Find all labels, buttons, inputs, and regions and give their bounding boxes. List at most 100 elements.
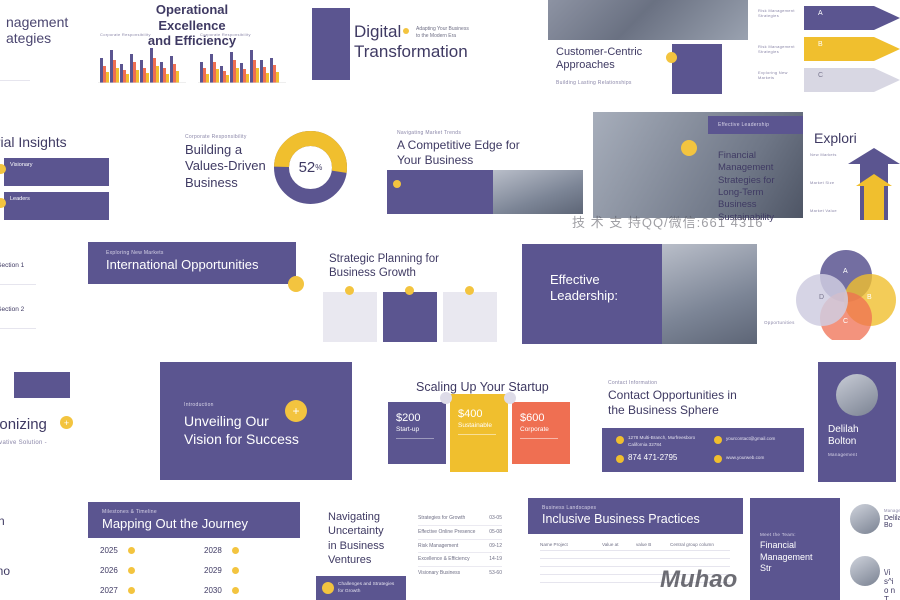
- slide-title: A Competitive Edge for Your Business: [397, 138, 520, 167]
- toc-label: Effective Online Presence: [418, 528, 476, 535]
- slide-mapping-journey[interactable]: Milestones & Timeline Mapping Out the Jo…: [84, 498, 304, 600]
- bar-chart-right: [198, 38, 286, 83]
- slide-eyebrow: Milestones & Timeline: [102, 509, 157, 515]
- slide-financial-management[interactable]: Effective Leadership Financial Managemen…: [593, 112, 803, 222]
- profile-name: ah Bolton: [0, 514, 5, 528]
- purple-block: [14, 372, 70, 398]
- slide-subtitle: - Innovative Solution -: [0, 440, 47, 446]
- arrow-label-1: Market Size: [810, 180, 835, 185]
- slide-title: Customer-Centric Approaches: [556, 46, 643, 72]
- slide-competitive-edge[interactable]: Navigating Market Trends A Competitive E…: [385, 112, 590, 222]
- slide-digital-transformation[interactable]: Digital Transformation Adapting Your Bus…: [300, 0, 545, 100]
- venn-label-a: A: [843, 268, 848, 275]
- profile-name: Delilah Bo: [884, 515, 900, 529]
- table-header: Central group column: [670, 542, 714, 547]
- slide-sarah-bolton[interactable]: ah Bolton: [0, 500, 80, 550]
- accent-dot: [465, 286, 474, 295]
- purple-text-card: [387, 170, 493, 214]
- slide-operational-excellence[interactable]: Operational Excellence and Efficiency Co…: [80, 0, 295, 100]
- price-label: Corporate: [520, 426, 549, 433]
- slide-title: Contact Opportunities in the Business Sp…: [608, 388, 737, 417]
- section-label-0: Next Section 1: [0, 262, 25, 269]
- section-label-1: Next Section 2: [0, 306, 25, 313]
- slide-jon-trevino[interactable]: on Trevino: [0, 556, 80, 600]
- plus-icon[interactable]: +: [285, 400, 307, 422]
- slide-management-delilah[interactable]: Management Delilah Bo: [844, 498, 900, 550]
- slide-meet-the-team[interactable]: Meet the Team: Financial Management Str: [750, 498, 840, 600]
- slide-risk-management-arrows[interactable]: Risk Management Strategies Risk Manageme…: [752, 0, 900, 100]
- price-label: Start-up: [396, 426, 420, 433]
- profile-role: Management: [884, 508, 900, 513]
- eyebrow-band: Effective Leadership: [708, 116, 803, 134]
- slide-title: Scaling Up Your Startup: [416, 380, 549, 394]
- profile-name: on Trevino: [0, 564, 11, 578]
- plus-icon[interactable]: +: [60, 416, 73, 429]
- list-card-label: Visionary: [10, 162, 33, 168]
- slide-customer-centric[interactable]: Customer-Centric Approaches Building Las…: [548, 0, 748, 100]
- toc-list: Strategies for Growth 03-05 Effective On…: [418, 512, 502, 580]
- slide-title: Strategic Planning for Business Growth: [329, 253, 439, 280]
- slide-exploring[interactable]: Explori New Markets Market Size Market V…: [808, 112, 900, 222]
- slide-title: Explori: [814, 130, 857, 146]
- slide-entrepreneurial-insights[interactable]: rket Trends reneurial Insights Visionary…: [0, 112, 160, 222]
- arrow-label-0: Risk Management Strategies: [758, 8, 795, 18]
- slide-revolutionizing[interactable]: evolutionizing - Innovative Solution - +: [0, 398, 120, 478]
- toc-value: 53-60: [489, 570, 502, 576]
- watermark-brand: Muhao: [660, 566, 738, 593]
- table-header: Value at: [602, 542, 619, 547]
- toc-label: Risk Management: [418, 542, 459, 549]
- arrow-label-2: Exploring New Markets: [758, 70, 788, 80]
- accent-dot: [393, 180, 401, 188]
- arrow-up-graphic: [848, 148, 900, 220]
- slide-vision-team[interactable]: \/i s^i o n T: [844, 552, 900, 600]
- avatar: [850, 556, 880, 586]
- list-card-0[interactable]: Visionary: [4, 158, 109, 186]
- price-label: Sustainable: [458, 422, 492, 429]
- header-photo: [548, 0, 748, 40]
- timeline-year-left-0: 2025: [100, 546, 118, 555]
- slide-unveiling-vision[interactable]: Introduction Unveiling Our Vision for Su…: [160, 362, 352, 480]
- venn-diagram: [796, 250, 896, 340]
- slide-challenges-strategies[interactable]: Challenges and Strategies for Growth: [316, 576, 406, 600]
- toc-value: 14-19: [489, 556, 502, 563]
- profile-name: Delilah Bolton: [828, 424, 859, 447]
- slide-next-section[interactable]: Next Section 1 Next Section 2: [0, 236, 80, 348]
- globe-icon: [714, 455, 722, 463]
- price-card-2[interactable]: $600 Corporate: [512, 402, 570, 464]
- purple-accent-block: [312, 8, 350, 80]
- list-card-1[interactable]: Leaders: [4, 192, 109, 220]
- slide-title: International Opportunities: [106, 257, 259, 272]
- slide-venn[interactable]: A B C D Opportunities: [762, 236, 900, 348]
- venn-label-d: D: [819, 294, 825, 301]
- slide-deck-preview-board: nagement ategies Operational Excellence …: [0, 0, 900, 600]
- slide-scaling-up[interactable]: Scaling Up Your Startup $200 Start-up $4…: [380, 370, 590, 482]
- title-band: Milestones & Timeline Mapping Out the Jo…: [88, 502, 300, 538]
- table-header: value B: [636, 542, 652, 547]
- slide-international-opportunities[interactable]: Exploring New Markets International Oppo…: [82, 236, 312, 348]
- slide-subtitle: Building Lasting Relationships: [556, 80, 632, 87]
- slide-subtitle: Adapting Your Business to the Modern Era: [416, 26, 469, 39]
- slide-photo: [662, 244, 757, 344]
- slide-effective-leadership[interactable]: Effective Leadership:: [522, 236, 757, 348]
- arrow-label-2: Market Value: [810, 208, 837, 213]
- divider: [0, 328, 36, 329]
- slide-title: Mapping Out the Journey: [102, 516, 248, 531]
- price-card-0[interactable]: $200 Start-up: [388, 402, 446, 464]
- arrow-letter-a: A: [818, 10, 823, 17]
- profile-role: Management: [828, 452, 858, 457]
- divider: [0, 80, 30, 81]
- timeline-year-right-2: 2030: [204, 586, 222, 595]
- slide-eyebrow: Effective Leadership: [718, 122, 770, 128]
- slide-values-driven[interactable]: Corporate Responsibility Building a Valu…: [165, 112, 380, 222]
- slide-eyebrow: Navigating Market Trends: [397, 130, 462, 136]
- slide-contact-opportunities[interactable]: Contact Information Contact Opportunitie…: [598, 370, 810, 482]
- mail-icon: [714, 436, 722, 444]
- slide-title: Navigating Uncertainty in Business Ventu…: [328, 511, 385, 566]
- slide-eyebrow: Introduction: [184, 402, 214, 408]
- slide-delilah-bolton[interactable]: Delilah Bolton Management: [818, 362, 896, 482]
- slide-strategic-planning[interactable]: Strategic Planning for Business Growth: [315, 236, 515, 348]
- slide-management-strategies[interactable]: nagement ategies: [0, 0, 70, 100]
- donut-value: 52: [298, 159, 316, 176]
- accent-dot: [128, 587, 135, 594]
- price-card-1[interactable]: $400 Sustainable: [450, 394, 508, 472]
